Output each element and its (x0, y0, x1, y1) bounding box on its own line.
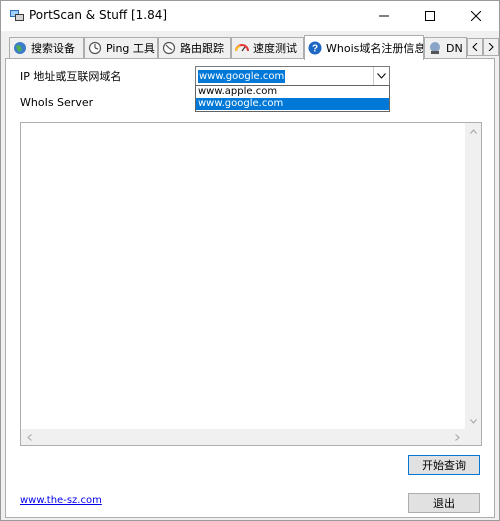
tab-scroll-right[interactable] (483, 38, 499, 56)
window-title: PortScan & Stuff [1.84] (29, 8, 168, 22)
tab-whois[interactable]: ? Whois域名注册信息 (304, 35, 424, 60)
tab-speed-test[interactable]: 速度测试 (231, 37, 304, 58)
tab-traceroute[interactable]: 路由跟踪 (158, 37, 231, 58)
tab-search-devices[interactable]: 搜索设备 (9, 37, 84, 58)
maximize-icon (425, 11, 435, 21)
app-icon (10, 10, 24, 21)
whois-output-area[interactable] (20, 122, 482, 446)
chevron-right-icon (454, 433, 460, 441)
title-bar: PortScan & Stuff [1.84] (1, 1, 499, 31)
trace-icon (162, 41, 176, 55)
whois-panel: IP 地址或互联网域名 WhoIs Server www.google.com … (5, 58, 495, 518)
scroll-down-arrow[interactable] (465, 413, 481, 429)
tab-label: Ping 工具 (106, 42, 155, 55)
app-window: PortScan & Stuff [1.84] 搜索设备 Ping 工具 路由跟… (0, 0, 500, 521)
ping-icon (88, 41, 102, 55)
domain-dropdown-list: www.apple.com www.google.com (195, 85, 390, 112)
scroll-up-arrow[interactable] (465, 123, 481, 139)
tab-label: 速度测试 (253, 42, 297, 55)
scroll-left-arrow[interactable] (21, 429, 37, 445)
combobox-dropdown-button[interactable] (373, 67, 389, 85)
chevron-down-icon (469, 418, 477, 424)
tab-label: 搜索设备 (31, 42, 75, 55)
chevron-up-icon (469, 128, 477, 134)
dropdown-item-apple[interactable]: www.apple.com (196, 86, 389, 98)
start-query-button[interactable]: 开始查询 (408, 455, 480, 475)
tab-dns[interactable]: DN (424, 37, 467, 58)
tab-label: Whois域名注册信息 (326, 42, 424, 55)
speed-gauge-icon (235, 44, 249, 52)
scrollbar-corner (465, 429, 481, 445)
tab-scroll-arrows (467, 38, 499, 56)
close-icon (471, 11, 481, 21)
domain-combobox-value[interactable]: www.google.com (198, 70, 286, 83)
close-button[interactable] (453, 1, 499, 31)
minimize-icon (379, 15, 389, 17)
maximize-button[interactable] (407, 1, 453, 31)
domain-combobox[interactable]: www.google.com (195, 66, 390, 86)
horizontal-scrollbar[interactable] (21, 429, 465, 445)
chevron-down-icon (377, 73, 386, 79)
chevron-right-icon (488, 43, 494, 51)
tab-label: 路由跟踪 (180, 42, 224, 55)
dns-icon (430, 42, 440, 54)
tab-label: DN (446, 41, 463, 55)
chevron-left-icon (472, 43, 478, 51)
minimize-button[interactable] (361, 1, 407, 31)
tab-strip: 搜索设备 Ping 工具 路由跟踪 速度测试 ? Whois域名注册信息 DN (1, 35, 499, 60)
globe-icon (14, 42, 26, 54)
chevron-left-icon (26, 433, 32, 441)
website-link[interactable]: www.the-sz.com (20, 495, 102, 506)
tab-ping[interactable]: Ping 工具 (84, 37, 158, 58)
svg-text:?: ? (312, 44, 318, 55)
whois-server-label: WhoIs Server (20, 96, 94, 109)
dropdown-item-google[interactable]: www.google.com (196, 98, 389, 110)
question-icon: ? (308, 41, 322, 55)
ip-domain-label: IP 地址或互联网域名 (20, 70, 122, 83)
tab-scroll-left[interactable] (467, 38, 483, 56)
scroll-right-arrow[interactable] (449, 429, 465, 445)
exit-button[interactable]: 退出 (408, 493, 480, 513)
vertical-scrollbar[interactable] (465, 123, 481, 429)
